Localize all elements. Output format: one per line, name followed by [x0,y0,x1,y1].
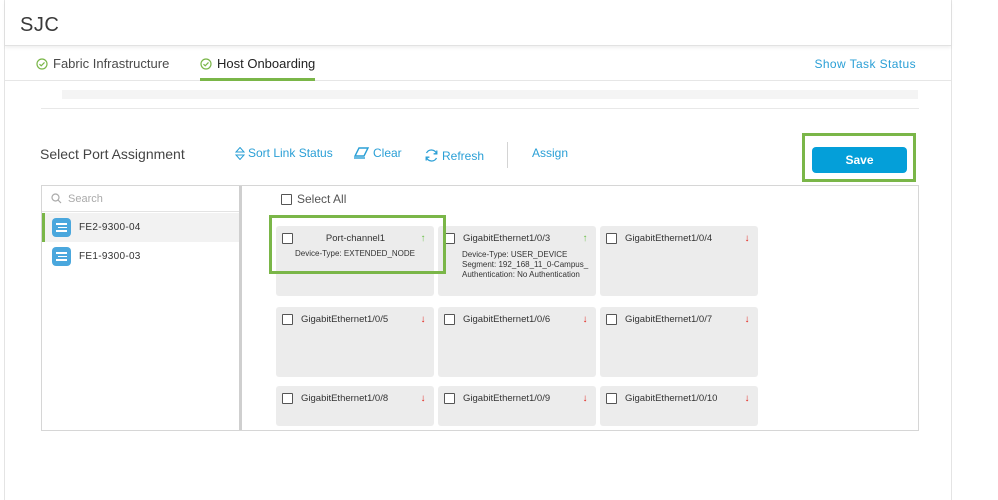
link-down-icon: ↓ [744,392,750,404]
port-checkbox[interactable] [444,392,455,404]
port-card-header: GigabitEthernet1/0/6 ↓ [444,312,590,326]
refresh-label: Refresh [442,148,485,163]
port-card-header: GigabitEthernet1/0/3 ↑ [444,231,590,245]
device-name: FE1-9300-03 [79,251,141,262]
segment: Segment: 192_168_11_0-Campus_ [462,260,589,269]
checkbox[interactable] [281,193,292,205]
port-card-header: GigabitEthernet1/0/5 ↓ [282,312,428,326]
tab-label: Host Onboarding [217,56,316,71]
tab-host-onboarding[interactable]: Host Onboarding [200,56,316,81]
port-checkbox[interactable] [606,392,617,404]
port-card-gigabitethernet1-0-9[interactable]: GigabitEthernet1/0/9 ↓ [438,386,596,426]
port-card-header: GigabitEthernet1/0/7 ↓ [606,312,752,326]
link-down-icon: ↓ [582,392,588,404]
check-circle-icon [36,58,48,70]
link-down-icon: ↓ [582,313,588,325]
link-down-icon: ↓ [744,232,750,244]
port-name: GigabitEthernet1/0/10 [625,392,718,404]
port-name: GigabitEthernet1/0/5 [301,313,389,325]
clear-button[interactable]: Clear [353,146,402,160]
link-down-icon: ↓ [744,313,750,325]
link-down-icon: ↓ [420,392,426,404]
port-checkbox[interactable] [282,392,293,404]
link-down-icon: ↓ [420,313,426,325]
port-card-gigabitethernet1-0-10[interactable]: GigabitEthernet1/0/10 ↓ [600,386,758,426]
clear-label: Clear [373,146,402,160]
progress-strip [62,90,918,99]
check-circle-icon [200,58,212,70]
save-button[interactable]: Save [812,147,907,173]
refresh-icon [425,149,438,162]
port-card-gigabitethernet1-0-6[interactable]: GigabitEthernet1/0/6 ↓ [438,307,596,377]
port-checkbox[interactable] [606,313,617,325]
port-name: GigabitEthernet1/0/9 [463,392,551,404]
device-item-fe1-9300-03[interactable]: FE1-9300-03 [42,242,239,271]
workflow-tabs: Fabric Infrastructure Host Onboarding Sh… [5,50,951,81]
port-card-header: GigabitEthernet1/0/8 ↓ [282,391,428,405]
switch-icon [52,218,71,237]
port-card-header: GigabitEthernet1/0/9 ↓ [444,391,590,405]
authentication: Authentication: No Authentication [462,270,580,279]
sort-link-status-button[interactable]: Sort Link Status [235,146,333,160]
divider-line [41,108,919,109]
device-name: FE2-9300-04 [79,222,141,233]
sort-icon [235,146,245,160]
port-assignment-panel: Search FE2-9300-04 FE1-9300-03 Select Al… [41,185,919,431]
port-name: GigabitEthernet1/0/6 [463,313,551,325]
select-all-checkbox[interactable]: Select All [281,192,346,206]
port-card-header: GigabitEthernet1/0/10 ↓ [606,391,752,405]
section-title: Select Port Assignment [40,146,185,162]
search-field[interactable]: Search [42,186,239,212]
port-details: Device-Type: USER_DEVICE Segment: 192_16… [462,250,592,280]
port-card-gigabitethernet1-0-4[interactable]: GigabitEthernet1/0/4 ↓ [600,226,758,296]
tab-label: Fabric Infrastructure [53,56,170,71]
port-name: GigabitEthernet1/0/4 [625,232,713,244]
port-card-gigabitethernet1-0-5[interactable]: GigabitEthernet1/0/5 ↓ [276,307,434,377]
device-sidebar: Search FE2-9300-04 FE1-9300-03 [42,186,242,430]
site-title: SJC [20,14,60,36]
show-task-status-link[interactable]: Show Task Status [814,57,916,71]
search-icon [51,193,62,204]
select-all-label: Select All [297,192,347,206]
port-checkbox[interactable] [444,313,455,325]
top-bar: SJC [5,0,951,46]
refresh-button[interactable]: Refresh [424,148,484,163]
toolbar-divider [507,142,508,168]
assign-button[interactable]: Assign [532,146,568,160]
device-type: Device-Type: USER_DEVICE [462,250,568,259]
switch-icon [52,247,71,266]
eraser-icon [353,147,370,159]
assign-label: Assign [532,146,569,160]
port-card-gigabitethernet1-0-7[interactable]: GigabitEthernet1/0/7 ↓ [600,307,758,377]
search-placeholder: Search [68,192,103,205]
port-name: GigabitEthernet1/0/3 [463,232,551,244]
app-frame: SJC Fabric Infrastructure Host Onboardin… [4,0,952,500]
port-name: GigabitEthernet1/0/7 [625,313,713,325]
port-channel-highlight [269,215,446,274]
link-up-icon: ↑ [582,232,588,244]
port-card-gigabitethernet1-0-3[interactable]: GigabitEthernet1/0/3 ↑ Device-Type: USER… [438,226,596,296]
device-item-fe2-9300-04[interactable]: FE2-9300-04 [42,213,239,242]
port-checkbox[interactable] [282,313,293,325]
port-name: GigabitEthernet1/0/8 [301,392,389,404]
port-card-gigabitethernet1-0-8[interactable]: GigabitEthernet1/0/8 ↓ [276,386,434,426]
tab-fabric-infrastructure[interactable]: Fabric Infrastructure [36,56,169,81]
sort-label: Sort Link Status [248,146,333,160]
port-checkbox[interactable] [606,232,617,244]
port-card-header: GigabitEthernet1/0/4 ↓ [606,231,752,245]
